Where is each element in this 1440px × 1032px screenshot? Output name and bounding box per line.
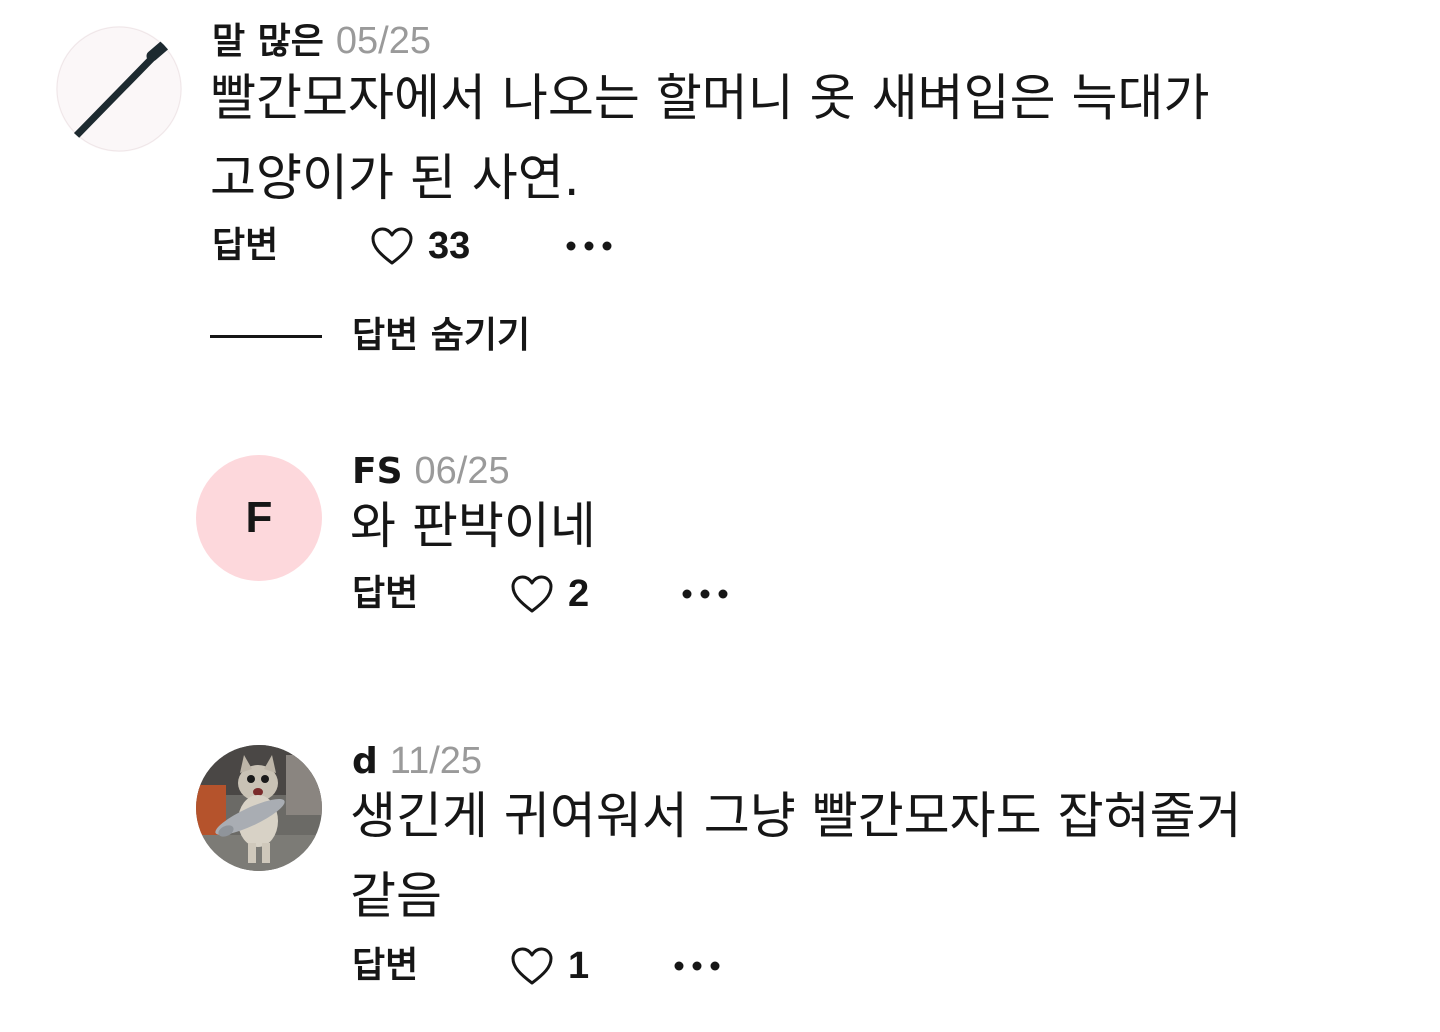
like-button[interactable]: 33: [370, 222, 470, 270]
avatar[interactable]: F: [196, 455, 322, 581]
comment-text-line: 고양이가 된 사연.: [210, 149, 580, 207]
like-button[interactable]: 2: [510, 570, 589, 618]
comment-date: 05/25: [335, 20, 431, 62]
comment-text-line: 와 판박이네: [350, 497, 596, 555]
comment-text: 생긴게 귀여워서 그냥 빨간모자도 잡혀줄거 같음: [350, 776, 1242, 936]
comment-meta: 말 많은 05/25: [212, 22, 431, 60]
more-options-button[interactable]: [566, 222, 616, 270]
heart-outline-icon: [371, 227, 413, 265]
comment-text-line: 같음: [350, 867, 442, 925]
comment-actions: 답변 1: [352, 942, 752, 990]
comment-item: 말 많은 05/25 빨간모자에서 나오는 할머니 옷 새벼입은 늑대가 고양이가…: [0, 0, 1440, 280]
knife-icon: [56, 26, 182, 152]
more-dots-icon: [682, 589, 728, 599]
comment-actions: 답변 2: [352, 570, 752, 618]
cat-photo-icon: [196, 745, 322, 871]
comment-meta: FS 06/25: [352, 452, 510, 490]
comment-text: 빨간모자에서 나오는 할머니 옷 새벼입은 늑대가 고양이가 된 사연.: [210, 58, 1209, 218]
like-button[interactable]: 1: [510, 942, 589, 990]
hide-replies-label: 답변 숨기기: [352, 315, 531, 356]
reply-button[interactable]: 답변: [352, 570, 418, 618]
like-count: 1: [568, 945, 590, 987]
like-count: 2: [568, 573, 590, 615]
reply-button[interactable]: 답변: [212, 222, 278, 270]
more-dots-icon: [674, 961, 720, 971]
avatar[interactable]: [196, 745, 322, 871]
comment-text-line: 빨간모자에서 나오는 할머니 옷 새벼입은 늑대가: [210, 69, 1210, 127]
avatar[interactable]: [56, 26, 182, 152]
heart-outline-icon: [511, 947, 553, 985]
more-dots-icon: [566, 241, 612, 251]
more-options-button[interactable]: [674, 942, 724, 990]
reply-item: F FS 06/25 와 판박이네 답변 2: [0, 420, 1440, 640]
avatar-letter: F: [245, 493, 273, 542]
reply-button[interactable]: 답변: [352, 942, 418, 990]
comment-text: 와 판박이네: [350, 486, 596, 566]
comment-actions: 답변 33: [212, 222, 632, 270]
divider: [210, 335, 322, 338]
comment-text-line: 생긴게 귀여워서 그냥 빨간모자도 잡혀줄거: [350, 787, 1242, 845]
comment-meta: d 11/25: [352, 742, 482, 780]
more-options-button[interactable]: [682, 570, 732, 618]
reply-item: d 11/25 생긴게 귀여워서 그냥 빨간모자도 잡혀줄거 같음 답변 1: [0, 720, 1440, 1020]
like-count: 33: [428, 225, 471, 267]
heart-outline-icon: [511, 575, 553, 613]
comment-author[interactable]: 말 많은: [212, 21, 324, 62]
